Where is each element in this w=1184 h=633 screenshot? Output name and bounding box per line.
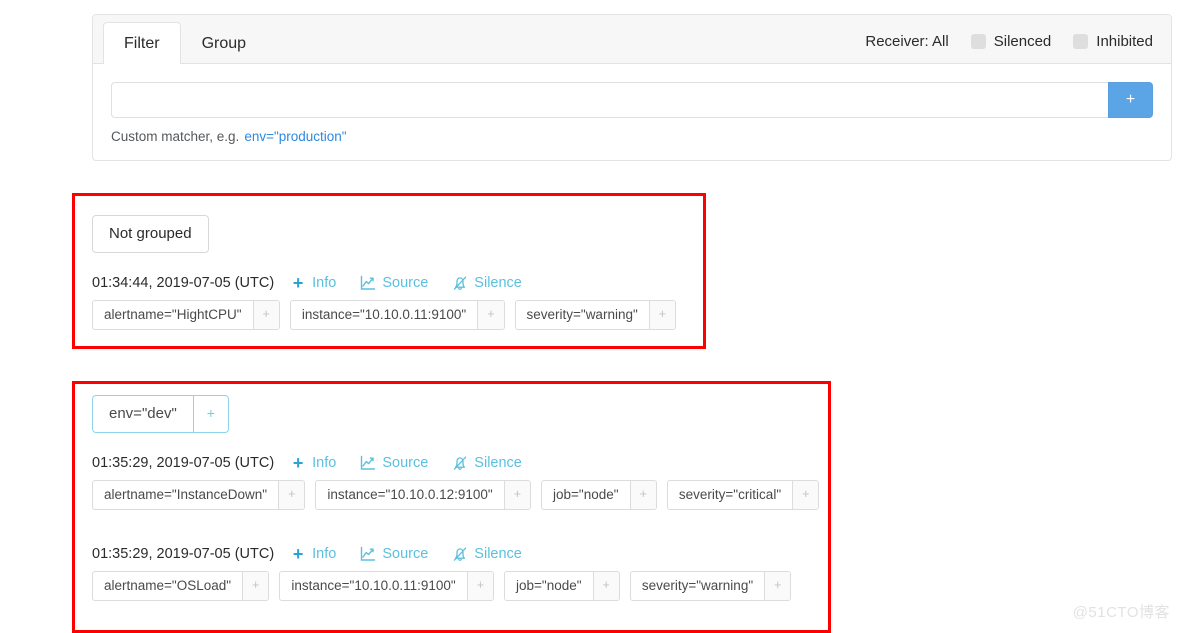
alert-group-env-dev: env="dev" + 01:35:29, 2019-07-05 (UTC) +… xyxy=(92,395,820,602)
alert-label-plus-icon[interactable]: + xyxy=(243,572,269,601)
alert-label-plus-icon[interactable]: + xyxy=(593,572,619,601)
info-link[interactable]: + Info xyxy=(290,273,337,293)
alert-label-tag[interactable]: instance="10.10.0.11:9100" + xyxy=(289,300,505,331)
checkbox-silenced-label: Silenced xyxy=(993,33,1052,50)
filter-body: + Custom matcher, e.g. env="production" xyxy=(93,64,1171,160)
alert-timestamp: 01:35:29, 2019-07-05 (UTC) xyxy=(92,546,275,563)
alert-label-tag[interactable]: severity="warning" + xyxy=(629,571,792,602)
checkbox-inhibited-box[interactable] xyxy=(1073,34,1089,49)
source-link[interactable]: Source xyxy=(360,275,428,291)
alert-item: 01:35:29, 2019-07-05 (UTC) + Info Source xyxy=(92,453,820,511)
alert-label-text: job="node" xyxy=(542,481,631,510)
alert-meta: 01:35:29, 2019-07-05 (UTC) + Info Source xyxy=(92,544,819,565)
tab-bar: Filter Group Receiver: All Silenced Inhi… xyxy=(93,15,1171,64)
silence-link[interactable]: Silence xyxy=(452,275,522,291)
info-link[interactable]: + Info xyxy=(290,453,337,473)
alert-group-not-grouped: Not grouped 01:34:44, 2019-07-05 (UTC) +… xyxy=(92,215,677,331)
alert-label-tag[interactable]: alertname="HightCPU" + xyxy=(92,300,280,331)
info-link-label: Info xyxy=(312,546,337,563)
silence-link[interactable]: Silence xyxy=(452,546,522,562)
alert-meta: 01:35:29, 2019-07-05 (UTC) + Info Source xyxy=(92,453,819,473)
source-link-label: Source xyxy=(382,546,429,563)
group-header-button[interactable]: Not grouped xyxy=(92,215,209,253)
info-link-label: Info xyxy=(312,275,337,291)
filter-card: Filter Group Receiver: All Silenced Inhi… xyxy=(92,14,1172,161)
alert-label-plus-icon[interactable]: + xyxy=(478,301,504,330)
info-link[interactable]: + Info xyxy=(290,544,337,565)
chart-line-icon xyxy=(360,546,376,562)
alert-label-tag[interactable]: instance="10.10.0.11:9100" + xyxy=(279,571,495,602)
alert-label-plus-icon[interactable]: + xyxy=(765,572,791,601)
alert-label-plus-icon[interactable]: + xyxy=(504,481,531,510)
receiver-label: Receiver: All xyxy=(865,33,949,50)
add-matcher-button[interactable]: + xyxy=(1108,82,1153,118)
alert-label-tag[interactable]: job="node" + xyxy=(541,480,657,511)
alert-label-tag[interactable]: instance="10.10.0.12:9100" + xyxy=(315,480,532,511)
plus-icon: + xyxy=(292,453,304,473)
info-link-label: Info xyxy=(312,455,337,471)
alert-label-text: instance="10.10.0.11:9100" xyxy=(280,572,468,601)
alert-labels: alertname="OSLoad" + instance="10.10.0.1… xyxy=(92,571,819,602)
tab-filter[interactable]: Filter xyxy=(103,22,181,64)
watermark: @51CTO博客 xyxy=(1072,604,1170,621)
source-link[interactable]: Source xyxy=(360,455,428,471)
alert-label-plus-icon[interactable]: + xyxy=(649,301,676,330)
plus-icon: + xyxy=(292,544,304,565)
alert-label-text: alertname="InstanceDown" xyxy=(93,481,280,510)
group-header-tag[interactable]: env="dev" + xyxy=(92,395,229,433)
matcher-input[interactable] xyxy=(111,82,1108,118)
alert-label-text: severity="warning" xyxy=(516,301,650,330)
checkbox-silenced-box[interactable] xyxy=(970,34,986,49)
alert-meta: 01:34:44, 2019-07-05 (UTC) + Info Source xyxy=(92,273,676,293)
matcher-hint-example: env="production" xyxy=(244,129,347,144)
alert-item: 01:34:44, 2019-07-05 (UTC) + Info Source xyxy=(92,273,677,331)
tab-group[interactable]: Group xyxy=(181,22,267,64)
alert-timestamp: 01:34:44, 2019-07-05 (UTC) xyxy=(92,275,275,291)
checkbox-inhibited-label: Inhibited xyxy=(1096,33,1153,50)
alert-label-text: alertname="OSLoad" xyxy=(93,572,244,601)
alert-labels: alertname="InstanceDown" + instance="10.… xyxy=(92,480,820,511)
alert-label-text: alertname="HightCPU" xyxy=(93,301,254,330)
matcher-input-row: + xyxy=(111,82,1153,118)
alert-label-text: instance="10.10.0.12:9100" xyxy=(316,481,505,510)
plus-icon: + xyxy=(1125,91,1136,108)
plus-icon: + xyxy=(292,273,304,293)
group-header-label: env="dev" xyxy=(93,396,194,432)
alert-label-tag[interactable]: alertname="InstanceDown" + xyxy=(92,480,306,511)
checkbox-silenced[interactable]: Silenced xyxy=(970,33,1052,50)
alert-label-tag[interactable]: severity="critical" + xyxy=(666,480,820,511)
bell-slash-icon xyxy=(452,546,468,562)
alert-label-text: job="node" xyxy=(505,572,594,601)
group-header-plus-icon[interactable]: + xyxy=(194,396,228,432)
chart-line-icon xyxy=(360,455,376,471)
silence-link-label: Silence xyxy=(474,546,522,563)
bell-slash-icon xyxy=(452,455,468,471)
silence-link-label: Silence xyxy=(474,455,522,471)
silence-link-label: Silence xyxy=(474,275,522,291)
alert-timestamp: 01:35:29, 2019-07-05 (UTC) xyxy=(92,455,275,471)
alert-label-tag[interactable]: alertname="OSLoad" + xyxy=(92,571,270,602)
source-link-label: Source xyxy=(382,455,429,471)
silence-link[interactable]: Silence xyxy=(452,455,522,471)
matcher-hint-text: Custom matcher, e.g. xyxy=(111,129,240,144)
filter-options: Receiver: All Silenced Inhibited xyxy=(865,33,1171,63)
matcher-hint: Custom matcher, e.g. env="production" xyxy=(111,129,1153,144)
alert-label-text: severity="warning" xyxy=(631,572,766,601)
alert-label-plus-icon[interactable]: + xyxy=(253,301,279,330)
alert-label-tag[interactable]: job="node" + xyxy=(504,571,620,602)
alert-label-plus-icon[interactable]: + xyxy=(279,481,305,510)
alert-label-tag[interactable]: severity="warning" + xyxy=(514,300,677,331)
alert-label-plus-icon[interactable]: + xyxy=(793,481,819,510)
alert-label-text: instance="10.10.0.11:9100" xyxy=(291,301,479,330)
alert-label-plus-icon[interactable]: + xyxy=(630,481,656,510)
alert-label-text: severity="critical" xyxy=(668,481,794,510)
alert-item: 01:35:29, 2019-07-05 (UTC) + Info Source xyxy=(92,544,819,602)
source-link[interactable]: Source xyxy=(360,546,428,562)
checkbox-inhibited[interactable]: Inhibited xyxy=(1073,33,1153,50)
chart-line-icon xyxy=(360,275,376,291)
alert-labels: alertname="HightCPU" + instance="10.10.0… xyxy=(92,300,677,331)
alert-label-plus-icon[interactable]: + xyxy=(467,572,494,601)
bell-slash-icon xyxy=(452,275,468,291)
source-link-label: Source xyxy=(382,275,429,291)
